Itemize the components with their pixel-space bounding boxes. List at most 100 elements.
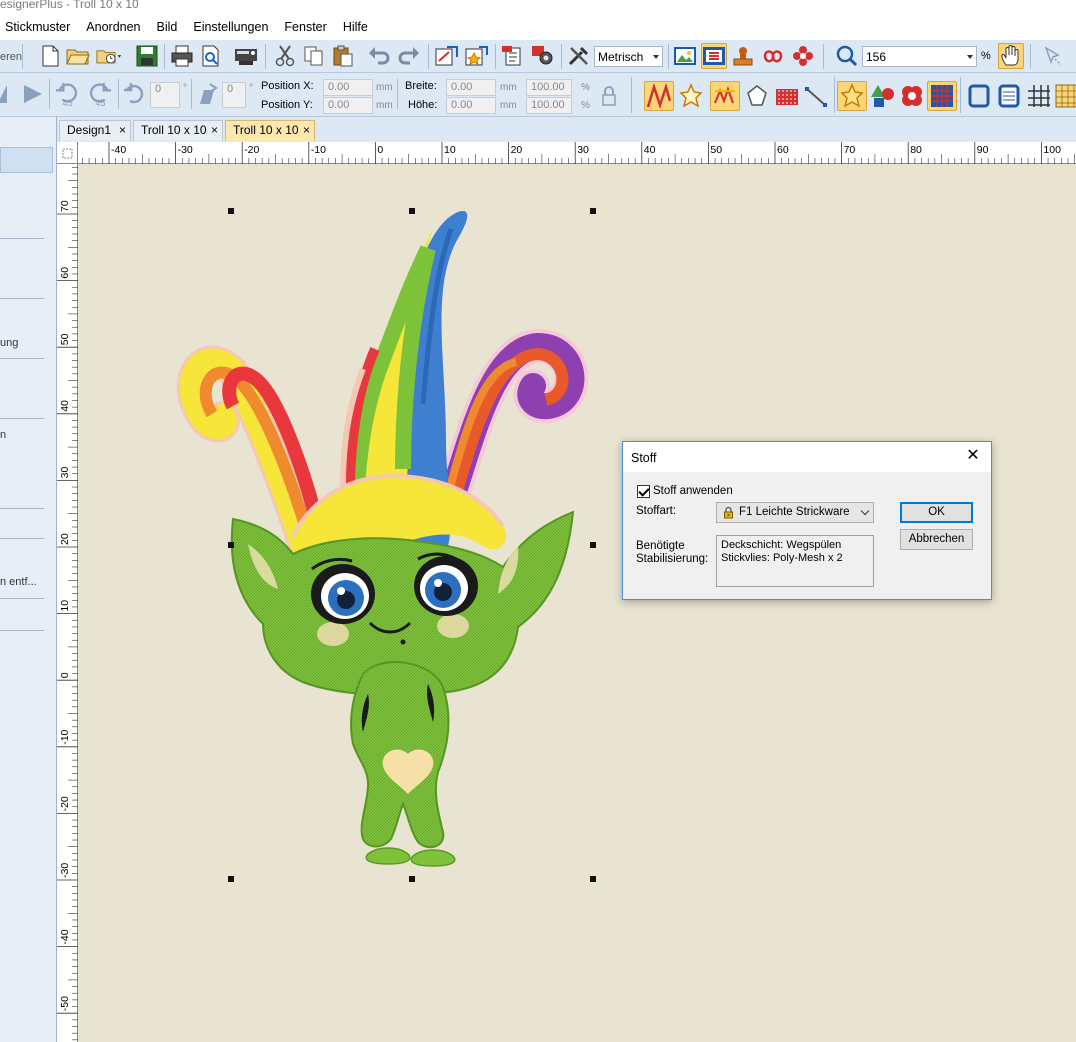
width-percent-value: 100.00 <box>531 81 565 93</box>
left-panel: ung n n entf... <box>0 117 57 1042</box>
rotate-left-45-button[interactable]: 45 <box>55 81 81 108</box>
menu-einstellungen[interactable]: Einstellungen <box>193 20 276 34</box>
select-points-button[interactable] <box>1040 43 1066 69</box>
toolbar-separator <box>960 77 961 113</box>
stitch-motif-button[interactable] <box>710 81 740 111</box>
pan-hand-button[interactable] <box>998 43 1024 69</box>
apply-fabric-checkbox[interactable] <box>637 485 650 498</box>
show-picture-button[interactable] <box>672 43 698 69</box>
show-hoop-button[interactable] <box>701 43 727 69</box>
gem-outline-button[interactable] <box>742 81 772 111</box>
selection-handle[interactable] <box>590 542 596 548</box>
multi-circles-button[interactable] <box>897 81 927 111</box>
cut-button[interactable] <box>272 43 298 69</box>
selection-handle[interactable] <box>228 542 234 548</box>
print-preview-button[interactable] <box>198 43 224 69</box>
flip-horizontal-button[interactable] <box>20 81 46 107</box>
selection-handle[interactable] <box>590 208 596 214</box>
lock-ratio-icon[interactable] <box>596 83 622 109</box>
stitch-export-button[interactable] <box>464 43 490 69</box>
send-to-machine-button[interactable] <box>233 43 259 69</box>
fill-pattern-button[interactable] <box>772 81 802 111</box>
width-percent-input[interactable]: 100.00 <box>526 79 572 96</box>
rotate-angle-input[interactable]: 0 <box>150 82 180 108</box>
line-tool-button[interactable] <box>802 81 832 111</box>
width-input[interactable]: 0.00 <box>446 79 496 96</box>
paste-button[interactable] <box>330 43 356 69</box>
troll-body <box>350 660 456 867</box>
swirl-button[interactable] <box>760 43 786 69</box>
skew-angle-input[interactable]: 0 <box>222 82 246 108</box>
open-folder-button[interactable] <box>65 43 91 69</box>
ruler-label: -10 <box>311 144 326 156</box>
selection-handle[interactable] <box>409 876 415 882</box>
shapes-button[interactable] <box>867 81 897 111</box>
copy-button[interactable] <box>301 43 327 69</box>
close-icon[interactable]: × <box>119 121 126 140</box>
position-y-label: Position Y: <box>261 99 313 111</box>
height-input[interactable]: 0.00 <box>446 97 496 114</box>
rotate-right-45-button[interactable]: 45 <box>86 81 112 108</box>
zoom-icon[interactable] <box>834 43 860 69</box>
hoop-button[interactable] <box>964 81 994 111</box>
ruler-label: 80 <box>910 144 922 156</box>
tab-design1[interactable]: Design1 × <box>59 120 131 141</box>
stamp-button[interactable] <box>730 43 756 69</box>
position-y-input[interactable]: 0.00 <box>323 97 373 114</box>
fabric-button[interactable] <box>500 43 526 69</box>
height-value: 0.00 <box>451 99 473 111</box>
tab-troll-2[interactable]: Troll 10 x 10 × <box>225 120 315 141</box>
stitch-satin-button[interactable] <box>644 81 674 111</box>
left-panel-item[interactable]: n <box>0 429 6 441</box>
redo-button[interactable] <box>396 43 422 69</box>
ruler-grid-button[interactable] <box>1052 81 1076 111</box>
height-unit: mm <box>500 100 517 111</box>
position-x-input[interactable]: 0.00 <box>323 79 373 96</box>
applique-flower-button[interactable] <box>676 81 706 111</box>
flip-vertical-button[interactable] <box>0 81 20 107</box>
divider <box>0 238 44 239</box>
flower-button[interactable] <box>790 43 816 69</box>
tools-icon[interactable] <box>566 43 592 69</box>
undo-button[interactable] <box>366 43 392 69</box>
divider <box>0 630 44 631</box>
menu-fenster[interactable]: Fenster <box>284 20 334 34</box>
menu-hilfe[interactable]: Hilfe <box>343 20 376 34</box>
star-shape-button[interactable] <box>837 81 867 111</box>
settings-gear-button[interactable] <box>530 43 556 69</box>
menu-bild[interactable]: Bild <box>157 20 186 34</box>
stabilization-line: Deckschicht: Wegspülen <box>721 539 842 551</box>
units-combo[interactable]: Metrisch <box>594 46 663 67</box>
ok-button[interactable]: OK <box>900 502 973 523</box>
design-canvas[interactable] <box>78 164 1076 1042</box>
hoop-grid-button[interactable] <box>994 81 1024 111</box>
selection-handle[interactable] <box>228 208 234 214</box>
close-icon[interactable]: × <box>303 121 310 140</box>
left-panel-item[interactable]: n entf... <box>0 576 37 588</box>
grid-icon[interactable] <box>1024 81 1054 111</box>
close-icon[interactable]: ✕ <box>965 447 981 465</box>
grid-fill-button[interactable] <box>927 81 957 111</box>
close-icon[interactable]: × <box>211 121 218 140</box>
cancel-button[interactable]: Abbrechen <box>900 529 973 550</box>
stitch-import-button[interactable] <box>434 43 460 69</box>
left-panel-selected-item[interactable] <box>0 147 53 173</box>
menu-stickmuster[interactable]: Stickmuster <box>5 20 78 34</box>
zoom-combo[interactable]: 156 <box>862 46 977 67</box>
menu-anordnen[interactable]: Anordnen <box>86 20 148 34</box>
divider <box>0 298 44 299</box>
tab-troll-1[interactable]: Troll 10 x 10 × <box>133 120 223 141</box>
selection-handle[interactable] <box>590 876 596 882</box>
ruler-ticks: -40 -30 -20 -10 0 10 20 30 40 50 60 70 80 90 100 <box>82 142 1076 164</box>
ruler-label: -20 <box>244 144 259 156</box>
print-button[interactable] <box>169 43 195 69</box>
selection-handle[interactable] <box>228 876 234 882</box>
selection-handle[interactable] <box>409 208 415 214</box>
left-panel-item[interactable]: ung <box>0 337 18 349</box>
fabric-type-select[interactable]: F1 Leichte Strickware <box>716 502 874 523</box>
troll-embroidery-design[interactable] <box>78 164 1076 1042</box>
height-percent-input[interactable]: 100.00 <box>526 97 572 114</box>
save-button[interactable] <box>134 43 160 69</box>
new-file-button[interactable] <box>37 43 63 69</box>
open-recent-button[interactable] <box>96 43 122 69</box>
